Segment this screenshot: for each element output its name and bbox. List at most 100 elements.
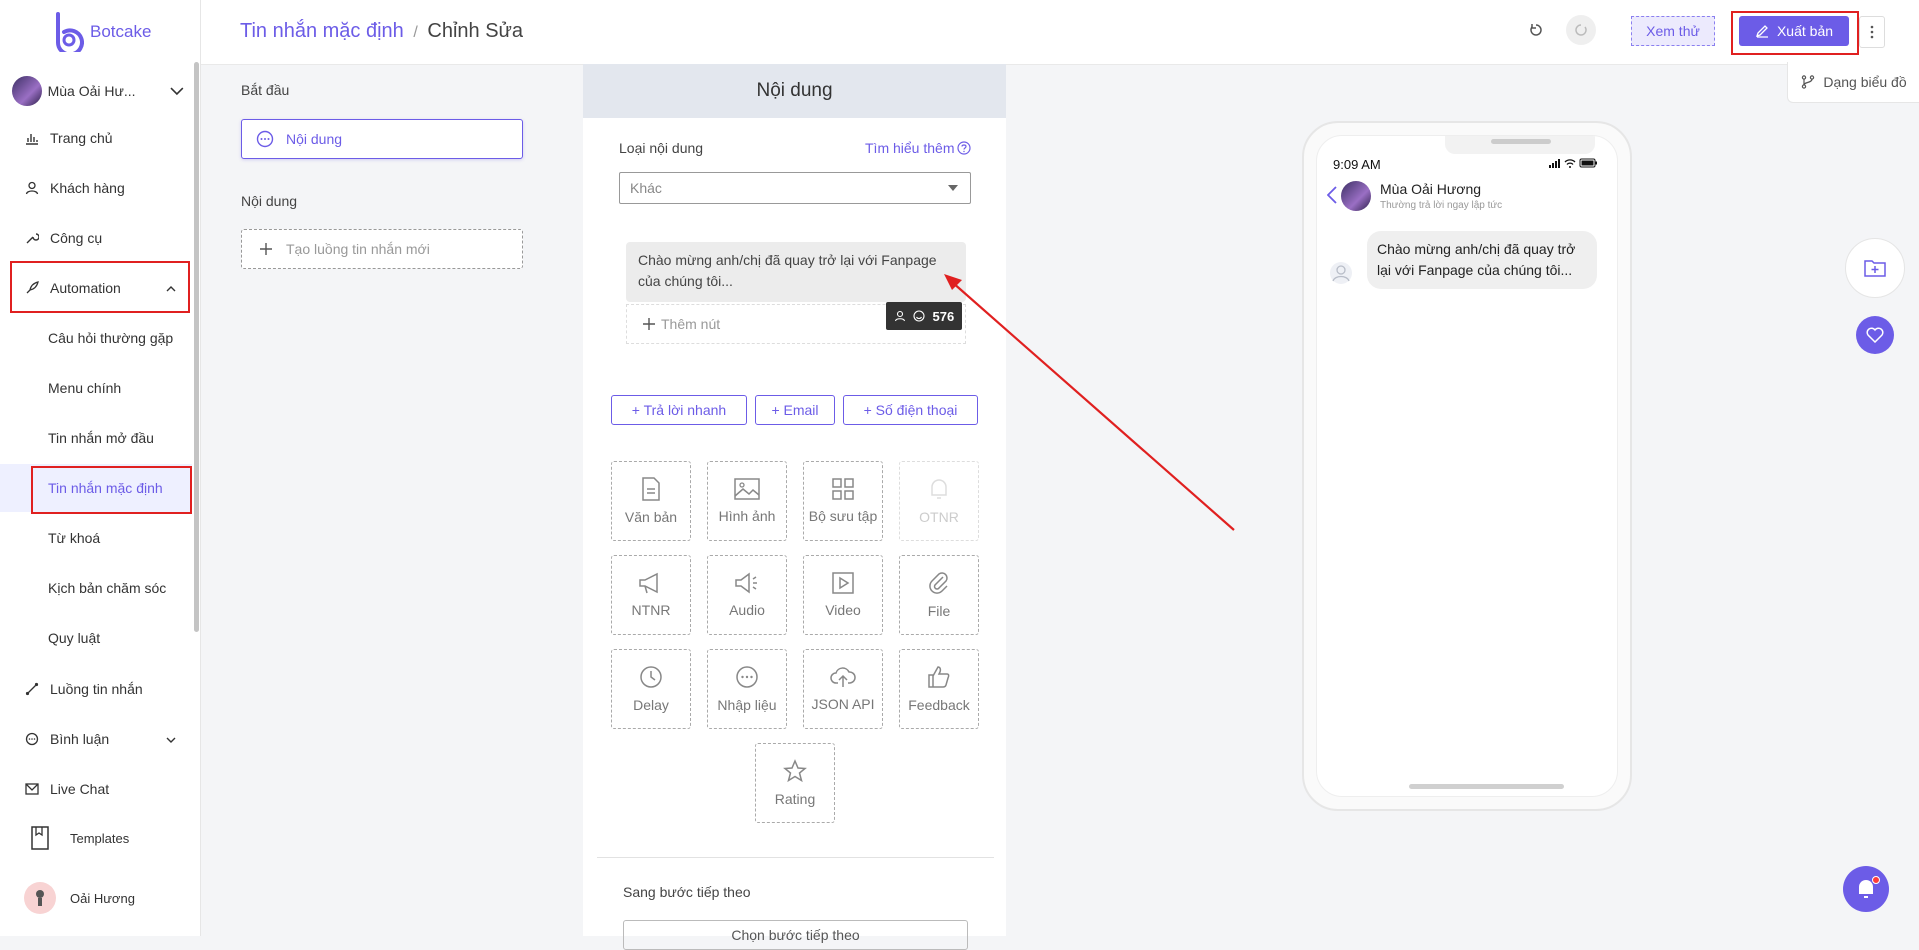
sidebar-item-message-flow[interactable]: Luồng tin nhắn	[24, 681, 143, 697]
chevron-down-icon	[170, 87, 184, 96]
mail-icon	[24, 781, 40, 797]
phone-preview: 9:09 AM Mùa Oải Hương Thường trả lời nga…	[1302, 121, 1632, 811]
quick-reply-button[interactable]: + Trả lời nhanh	[611, 395, 747, 425]
learn-more-link[interactable]: Tìm hiểu thêm	[865, 140, 972, 156]
sidebar: Botcake Mùa Oải Hư... Trang chủ Khách hà…	[0, 0, 201, 936]
more-button[interactable]	[1859, 16, 1885, 48]
favorite-button[interactable]	[1856, 316, 1894, 354]
add-folder-button[interactable]	[1845, 238, 1905, 298]
breadcrumb-separator: /	[413, 24, 418, 41]
breadcrumb: Tin nhắn mặc định / Chỉnh Sửa	[240, 20, 523, 43]
tile-label: JSON API	[811, 696, 875, 712]
image-icon	[734, 478, 760, 500]
tile-delay[interactable]: Delay	[611, 649, 691, 729]
flow-icon	[24, 681, 40, 697]
sidebar-sub-welcome-message[interactable]: Tin nhắn mở đầu	[48, 430, 154, 446]
tile-gallery[interactable]: Bộ sưu tập	[803, 461, 883, 541]
diagram-view-label: Dạng biểu đồ	[1823, 74, 1907, 90]
phone-notch	[1445, 136, 1595, 154]
breadcrumb-parent[interactable]: Tin nhắn mặc định	[240, 20, 404, 42]
user-name: Oải Hương	[70, 890, 135, 906]
page-selector[interactable]: Mùa Oải Hư...	[12, 76, 184, 106]
sidebar-sub-keywords[interactable]: Từ khoá	[48, 530, 100, 546]
chat-page-avatar	[1341, 181, 1371, 211]
new-flow-placeholder: Tạo luồng tin nhắn mới	[286, 241, 430, 257]
redo-button[interactable]	[1566, 15, 1596, 45]
content-label: Nội dung	[241, 193, 298, 209]
app-logo[interactable]: Botcake	[50, 12, 151, 52]
sidebar-item-label: Khách hàng	[50, 180, 125, 196]
status-time: 9:09 AM	[1333, 157, 1381, 172]
tile-image[interactable]: Hình ảnh	[707, 461, 787, 541]
learn-more-text: Tìm hiểu thêm	[865, 140, 955, 156]
tile-video[interactable]: Video	[803, 555, 883, 635]
page-avatar	[12, 76, 42, 106]
tile-json-api[interactable]: JSON API	[803, 649, 883, 729]
diagram-view-toggle[interactable]: Dạng biểu đồ	[1787, 62, 1919, 103]
sidebar-item-home[interactable]: Trang chủ	[24, 130, 113, 146]
folder-plus-icon	[1864, 260, 1886, 277]
star-icon	[783, 759, 807, 783]
tile-input[interactable]: Nhập liệu	[707, 649, 787, 729]
next-step-label: Sang bước tiếp theo	[623, 884, 751, 900]
notification-button[interactable]	[1843, 866, 1889, 912]
speaker-bar	[1491, 139, 1551, 144]
tile-label: Feedback	[908, 697, 970, 713]
plus-icon	[643, 318, 655, 330]
tile-label: Bộ sưu tập	[808, 508, 878, 524]
redo-icon	[1575, 24, 1587, 36]
chat-page-name: Mùa Oải Hương	[1380, 181, 1482, 197]
sidebar-sub-faq[interactable]: Câu hỏi thường gặp	[48, 330, 173, 346]
message-text-input[interactable]: Chào mừng anh/chị đã quay trở lại với Fa…	[626, 242, 966, 302]
sidebar-item-label: Live Chat	[50, 781, 110, 797]
back-arrow-icon[interactable]	[1327, 186, 1337, 204]
tile-ntnr[interactable]: NTNR	[611, 555, 691, 635]
reply-status: Thường trả lời ngay lập tức	[1380, 200, 1503, 211]
tile-label: Văn bản	[624, 509, 678, 525]
breadcrumb-current: Chỉnh Sửa	[427, 20, 524, 42]
sidebar-sub-rules[interactable]: Quy luật	[48, 630, 100, 646]
botcake-logo-icon	[55, 12, 84, 52]
start-node[interactable]: Nội dung	[241, 119, 523, 159]
new-flow-button[interactable]: Tạo luồng tin nhắn mới	[241, 229, 523, 269]
tile-text[interactable]: Văn bản	[611, 461, 691, 541]
chevron-down-icon	[166, 737, 176, 743]
tile-label: Audio	[729, 602, 765, 618]
automation-highlight	[10, 261, 190, 313]
tile-feedback[interactable]: Feedback	[899, 649, 979, 729]
tile-label: Video	[825, 602, 861, 618]
comment-icon	[24, 731, 40, 747]
sidebar-item-tools[interactable]: Công cụ	[24, 230, 102, 246]
sidebar-item-label: Bình luận	[50, 731, 110, 747]
play-icon	[832, 572, 854, 594]
sidebar-scrollbar[interactable]	[194, 62, 199, 632]
sidebar-sub-care-script[interactable]: Kịch bản chăm sóc	[48, 580, 166, 596]
wrench-icon	[24, 230, 40, 246]
panel-title: Nội dung	[583, 64, 1006, 118]
content-type-select[interactable]: Khác	[619, 172, 971, 204]
user-profile[interactable]: Oải Hương	[24, 882, 135, 914]
sidebar-sub-main-menu[interactable]: Menu chính	[48, 380, 121, 396]
sidebar-item-comments[interactable]: Bình luận	[24, 731, 176, 747]
sidebar-item-label: Trang chủ	[50, 130, 113, 146]
sidebar-item-customers[interactable]: Khách hàng	[24, 180, 125, 196]
start-label: Bắt đầu	[241, 82, 290, 98]
sidebar-item-live-chat[interactable]: Live Chat	[24, 781, 109, 797]
content-type-label: Loại nội dung	[619, 140, 704, 156]
sidebar-item-templates[interactable]: Templates	[30, 826, 129, 850]
tile-file[interactable]: File	[899, 555, 979, 635]
email-button[interactable]: + Email	[755, 395, 835, 425]
status-icons	[1549, 158, 1597, 168]
choose-next-step-button[interactable]: Chọn bước tiếp theo	[623, 920, 968, 950]
preview-button[interactable]: Xem thử	[1631, 16, 1715, 46]
notification-dot	[1872, 876, 1880, 884]
bar-chart-icon	[24, 130, 40, 146]
cloud-upload-icon	[830, 667, 856, 687]
caret-down-icon	[948, 185, 958, 191]
tile-label: Rating	[774, 791, 816, 807]
document-icon	[642, 477, 660, 501]
undo-icon[interactable]	[1529, 23, 1543, 37]
paperclip-icon	[929, 572, 948, 594]
tile-audio[interactable]: Audio	[707, 555, 787, 635]
tile-rating[interactable]: Rating	[755, 743, 835, 823]
